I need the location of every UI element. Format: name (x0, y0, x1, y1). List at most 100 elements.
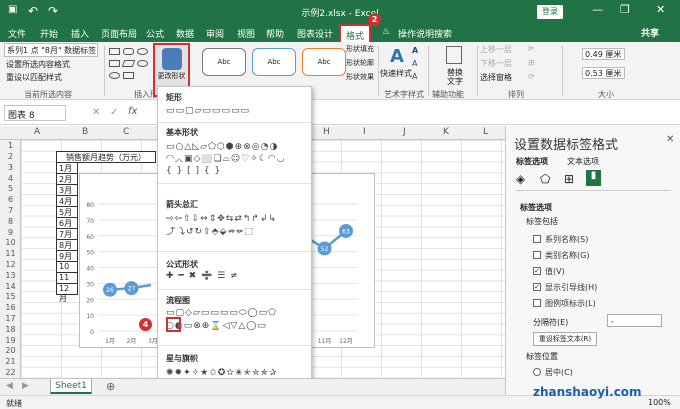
tab-label-options[interactable]: 标签选项 (516, 156, 548, 167)
month-cell[interactable]: 10月 (56, 262, 78, 281)
row-header[interactable]: 17 (0, 314, 21, 323)
oval-shape-highlight[interactable] (166, 317, 181, 332)
col-header[interactable]: A (34, 127, 40, 137)
month-cell[interactable]: 4月 (56, 196, 78, 207)
tab-text-options[interactable]: 文本选项 (567, 156, 599, 167)
reset-style-button[interactable]: 重设以匹配样式 (6, 72, 62, 83)
row-header[interactable]: 13 (0, 271, 21, 280)
col-header[interactable]: J (403, 127, 406, 137)
month-cell[interactable]: 8月 (56, 240, 78, 251)
month-cell[interactable]: 1月 (56, 163, 78, 174)
checkbox-series-name[interactable] (533, 235, 541, 243)
shape-outline-button[interactable]: 形状轮廓 (346, 58, 374, 68)
checkbox-leader-lines[interactable]: ✓ (533, 283, 541, 291)
enter-icon[interactable]: ✓ (110, 107, 118, 118)
arrow-shapes-row[interactable]: ⇨⇦⇧⇩⇔⇕✥⇆⇄↰↱↲↳ (166, 214, 306, 224)
label-options-section[interactable]: 标签选项 (520, 202, 552, 213)
month-cell[interactable]: 11月 (56, 273, 78, 292)
row-header[interactable]: 20 (0, 346, 21, 355)
row-header[interactable]: 5 (0, 184, 21, 193)
pentagon-icon[interactable]: ⬠ (540, 172, 550, 186)
row-header[interactable]: 12 (0, 260, 21, 269)
col-header[interactable]: I (363, 127, 366, 137)
tab-insert[interactable]: 插入 (71, 27, 89, 40)
close-icon[interactable]: ✕ (666, 134, 674, 145)
fx-icon[interactable]: fx (128, 106, 137, 117)
bring-forward-button[interactable]: 上移一层 (480, 44, 512, 55)
checkbox-legend-key[interactable] (533, 299, 541, 307)
month-cell[interactable]: 5月 (56, 207, 78, 218)
minimize-button[interactable]: — (592, 3, 603, 16)
col-header[interactable]: H (323, 127, 330, 137)
row-header[interactable]: 21 (0, 357, 21, 366)
equation-shapes-row[interactable]: ✚ ━ ✖ ➗ ☰ ≠ (166, 271, 306, 281)
month-cell[interactable]: 12月 (56, 284, 78, 303)
sheet-prev-icon[interactable]: ◀ (6, 381, 13, 391)
table-header[interactable]: 销售额月趋势（万元） (56, 151, 156, 163)
basic-shapes-row[interactable]: ▭○△◺▱⬠⬡⬢⊕⊗◎◔◑ (166, 142, 306, 152)
sheet-tab[interactable]: Sheet1 (50, 379, 92, 394)
flowchart-shapes-row[interactable]: ▭▢◇▱▭▭▭▭⬭◯▭⬠ (166, 308, 306, 318)
chart-element-dropdown[interactable]: 系列1 点 "8月" 数据标签 (4, 43, 98, 57)
shape-parallelogram-icon[interactable] (121, 60, 136, 67)
align-icon[interactable]: ⊫ (528, 44, 535, 53)
alt-text-button[interactable]: 替换文字 (447, 68, 467, 86)
row-header[interactable]: 4 (0, 174, 21, 183)
tab-data[interactable]: 数据 (176, 27, 194, 40)
data-label[interactable]: 26 (106, 287, 114, 294)
row-header[interactable]: 7 (0, 206, 21, 215)
row-header[interactable]: 22 (0, 368, 21, 377)
shape-rect-icon[interactable] (109, 48, 120, 55)
close-button[interactable]: ✕ (656, 3, 665, 16)
tab-review[interactable]: 审阅 (206, 27, 224, 40)
month-cell[interactable]: 2月 (56, 174, 78, 185)
sheet-next-icon[interactable]: ▶ (22, 381, 29, 391)
col-header[interactable]: L (483, 127, 488, 137)
tab-home[interactable]: 开始 (40, 27, 58, 40)
row-header[interactable]: 3 (0, 163, 21, 172)
row-header[interactable]: 16 (0, 303, 21, 312)
row-header[interactable]: 6 (0, 195, 21, 204)
restore-button[interactable]: ❐ (620, 3, 630, 16)
month-cell[interactable]: 9月 (56, 251, 78, 262)
shape-oval-icon[interactable] (137, 48, 148, 55)
row-header[interactable]: 2 (0, 152, 21, 161)
name-box[interactable]: 图表 8 (4, 105, 66, 121)
height-input[interactable]: 0.49 厘米 (582, 48, 625, 60)
share-button[interactable]: 共享 (641, 26, 659, 39)
col-header[interactable]: K (443, 127, 449, 137)
login-button[interactable]: 登录 (537, 5, 563, 19)
basic-shapes-row[interactable]: ◜◝◞◟▣◇⬜❏⌓☺♡✧☾◠◡ (166, 154, 306, 164)
rectangle-shapes[interactable]: ▭▭▢▱▭▭▭▭▭ (166, 106, 306, 116)
text-effect-icon[interactable]: A (412, 72, 417, 81)
row-header[interactable]: 19 (0, 336, 21, 345)
shape-fill-button[interactable]: 形状填充 (346, 44, 374, 54)
shape-box-icon[interactable] (123, 72, 134, 79)
radio-center[interactable] (533, 368, 541, 376)
row-header[interactable]: 10 (0, 238, 21, 247)
data-label[interactable]: 63 (342, 228, 350, 235)
cancel-icon[interactable]: ✕ (92, 107, 100, 118)
tab-formulas[interactable]: 公式 (146, 27, 164, 40)
size-icon[interactable]: ⊞ (564, 172, 574, 186)
row-header[interactable]: 8 (0, 217, 21, 226)
text-outline-icon[interactable]: A (412, 59, 417, 68)
shape-flow-icon[interactable] (109, 72, 120, 79)
row-header[interactable]: 14 (0, 282, 21, 291)
star-shapes-row[interactable]: ✺✹✦✧★✩✪✫✬✭✮✯✰ (166, 368, 306, 378)
col-header[interactable]: C (123, 127, 129, 137)
row-header[interactable]: 18 (0, 325, 21, 334)
rotate-icon[interactable]: ⟳ (528, 72, 535, 81)
tab-help[interactable]: 帮助 (266, 27, 284, 40)
checkbox-category-name[interactable] (533, 251, 541, 259)
shape-circle-icon[interactable] (137, 60, 148, 67)
shape-style-1[interactable]: Abc (202, 48, 246, 76)
separator-select[interactable]: , (607, 314, 662, 327)
shape-rounded-icon[interactable] (123, 48, 134, 55)
shape-style-2[interactable]: Abc (252, 48, 296, 76)
flowchart-shapes-row[interactable]: ○◐▭⊗⊕⌛◁▽△◯▭ (166, 321, 306, 331)
arrow-shapes-row[interactable]: ⤴⤵↺↻⇪⬘⬙⇏⇍⬚ (166, 227, 306, 237)
chart-options-icon[interactable]: ▮ (586, 170, 601, 186)
month-cell[interactable]: 7月 (56, 229, 78, 240)
fill-icon[interactable]: ◈ (516, 172, 525, 186)
